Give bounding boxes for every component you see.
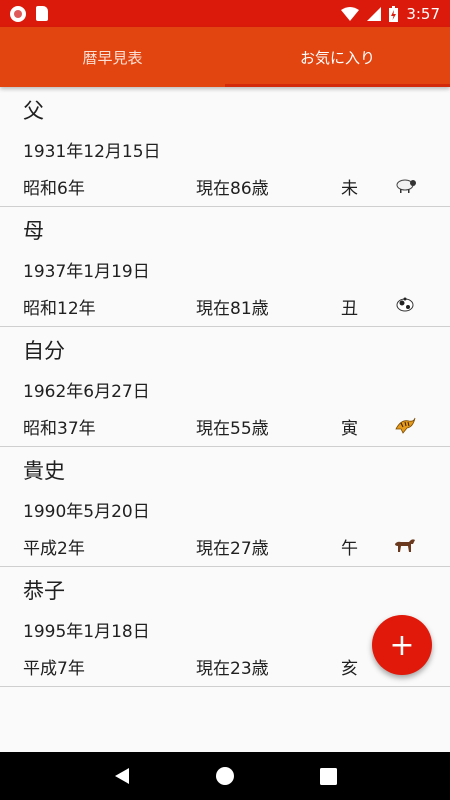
- era-year: 昭和37年: [23, 419, 96, 439]
- battery-icon: [389, 5, 399, 22]
- person-name: 父: [23, 99, 44, 123]
- tiger-icon: [395, 417, 416, 434]
- sheep-icon: [396, 179, 416, 193]
- person-name: 恭子: [23, 579, 65, 603]
- age: 現在55歳: [196, 419, 269, 439]
- zodiac-sign: 未: [341, 179, 358, 199]
- birthdate: 1990年5月20日: [23, 502, 150, 522]
- person-name: 貴史: [23, 459, 65, 483]
- back-button[interactable]: [102, 756, 142, 796]
- recents-button[interactable]: [308, 756, 348, 796]
- era-year: 昭和6年: [23, 179, 85, 199]
- record-icon: [10, 5, 26, 22]
- favorites-list: 父 1931年12月15日 昭和6年 現在86歳 未 母 1937年1月19日 …: [0, 87, 450, 687]
- birthdate: 1962年6月27日: [23, 382, 150, 402]
- list-item[interactable]: 自分 1962年6月27日 昭和37年 現在55歳 寅: [0, 327, 450, 447]
- back-icon: [114, 768, 129, 784]
- birthdate: 1937年1月19日: [23, 262, 150, 282]
- signal-icon: [367, 6, 382, 21]
- recents-icon: [319, 767, 337, 785]
- home-button[interactable]: [205, 756, 245, 796]
- zodiac-sign: 亥: [341, 659, 358, 679]
- person-name: 母: [23, 219, 44, 243]
- era-year: 平成7年: [23, 659, 85, 679]
- birthdate: 1995年1月18日: [23, 622, 150, 642]
- add-button[interactable]: +: [372, 615, 432, 675]
- age: 現在23歳: [196, 659, 269, 679]
- era-year: 昭和12年: [23, 299, 96, 319]
- tab-bar: 暦早見表 お気に入り: [0, 27, 450, 87]
- era-year: 平成2年: [23, 539, 85, 559]
- navigation-bar: [0, 752, 450, 800]
- tab-calendar-table[interactable]: 暦早見表: [0, 27, 225, 87]
- age: 現在27歳: [196, 539, 269, 559]
- zodiac-sign: 午: [341, 539, 358, 559]
- tab-favorites[interactable]: お気に入り: [225, 27, 450, 87]
- birthdate: 1931年12月15日: [23, 142, 161, 162]
- wifi-icon: [341, 6, 360, 21]
- list-item[interactable]: 貴史 1990年5月20日 平成2年 現在27歳 午: [0, 447, 450, 567]
- age: 現在81歳: [196, 299, 269, 319]
- list-item[interactable]: 父 1931年12月15日 昭和6年 現在86歳 未: [0, 87, 450, 207]
- person-name: 自分: [23, 339, 65, 363]
- zodiac-sign: 寅: [341, 419, 358, 439]
- zodiac-sign: 丑: [341, 299, 358, 319]
- status-bar: 3:57: [0, 0, 450, 27]
- horse-icon: [395, 539, 415, 552]
- clock: 3:57: [406, 4, 440, 23]
- list-item[interactable]: 母 1937年1月19日 昭和12年 現在81歳 丑: [0, 207, 450, 327]
- sd-card-icon: [36, 6, 48, 21]
- cow-icon: [396, 297, 414, 312]
- home-icon: [215, 767, 234, 785]
- age: 現在86歳: [196, 179, 269, 199]
